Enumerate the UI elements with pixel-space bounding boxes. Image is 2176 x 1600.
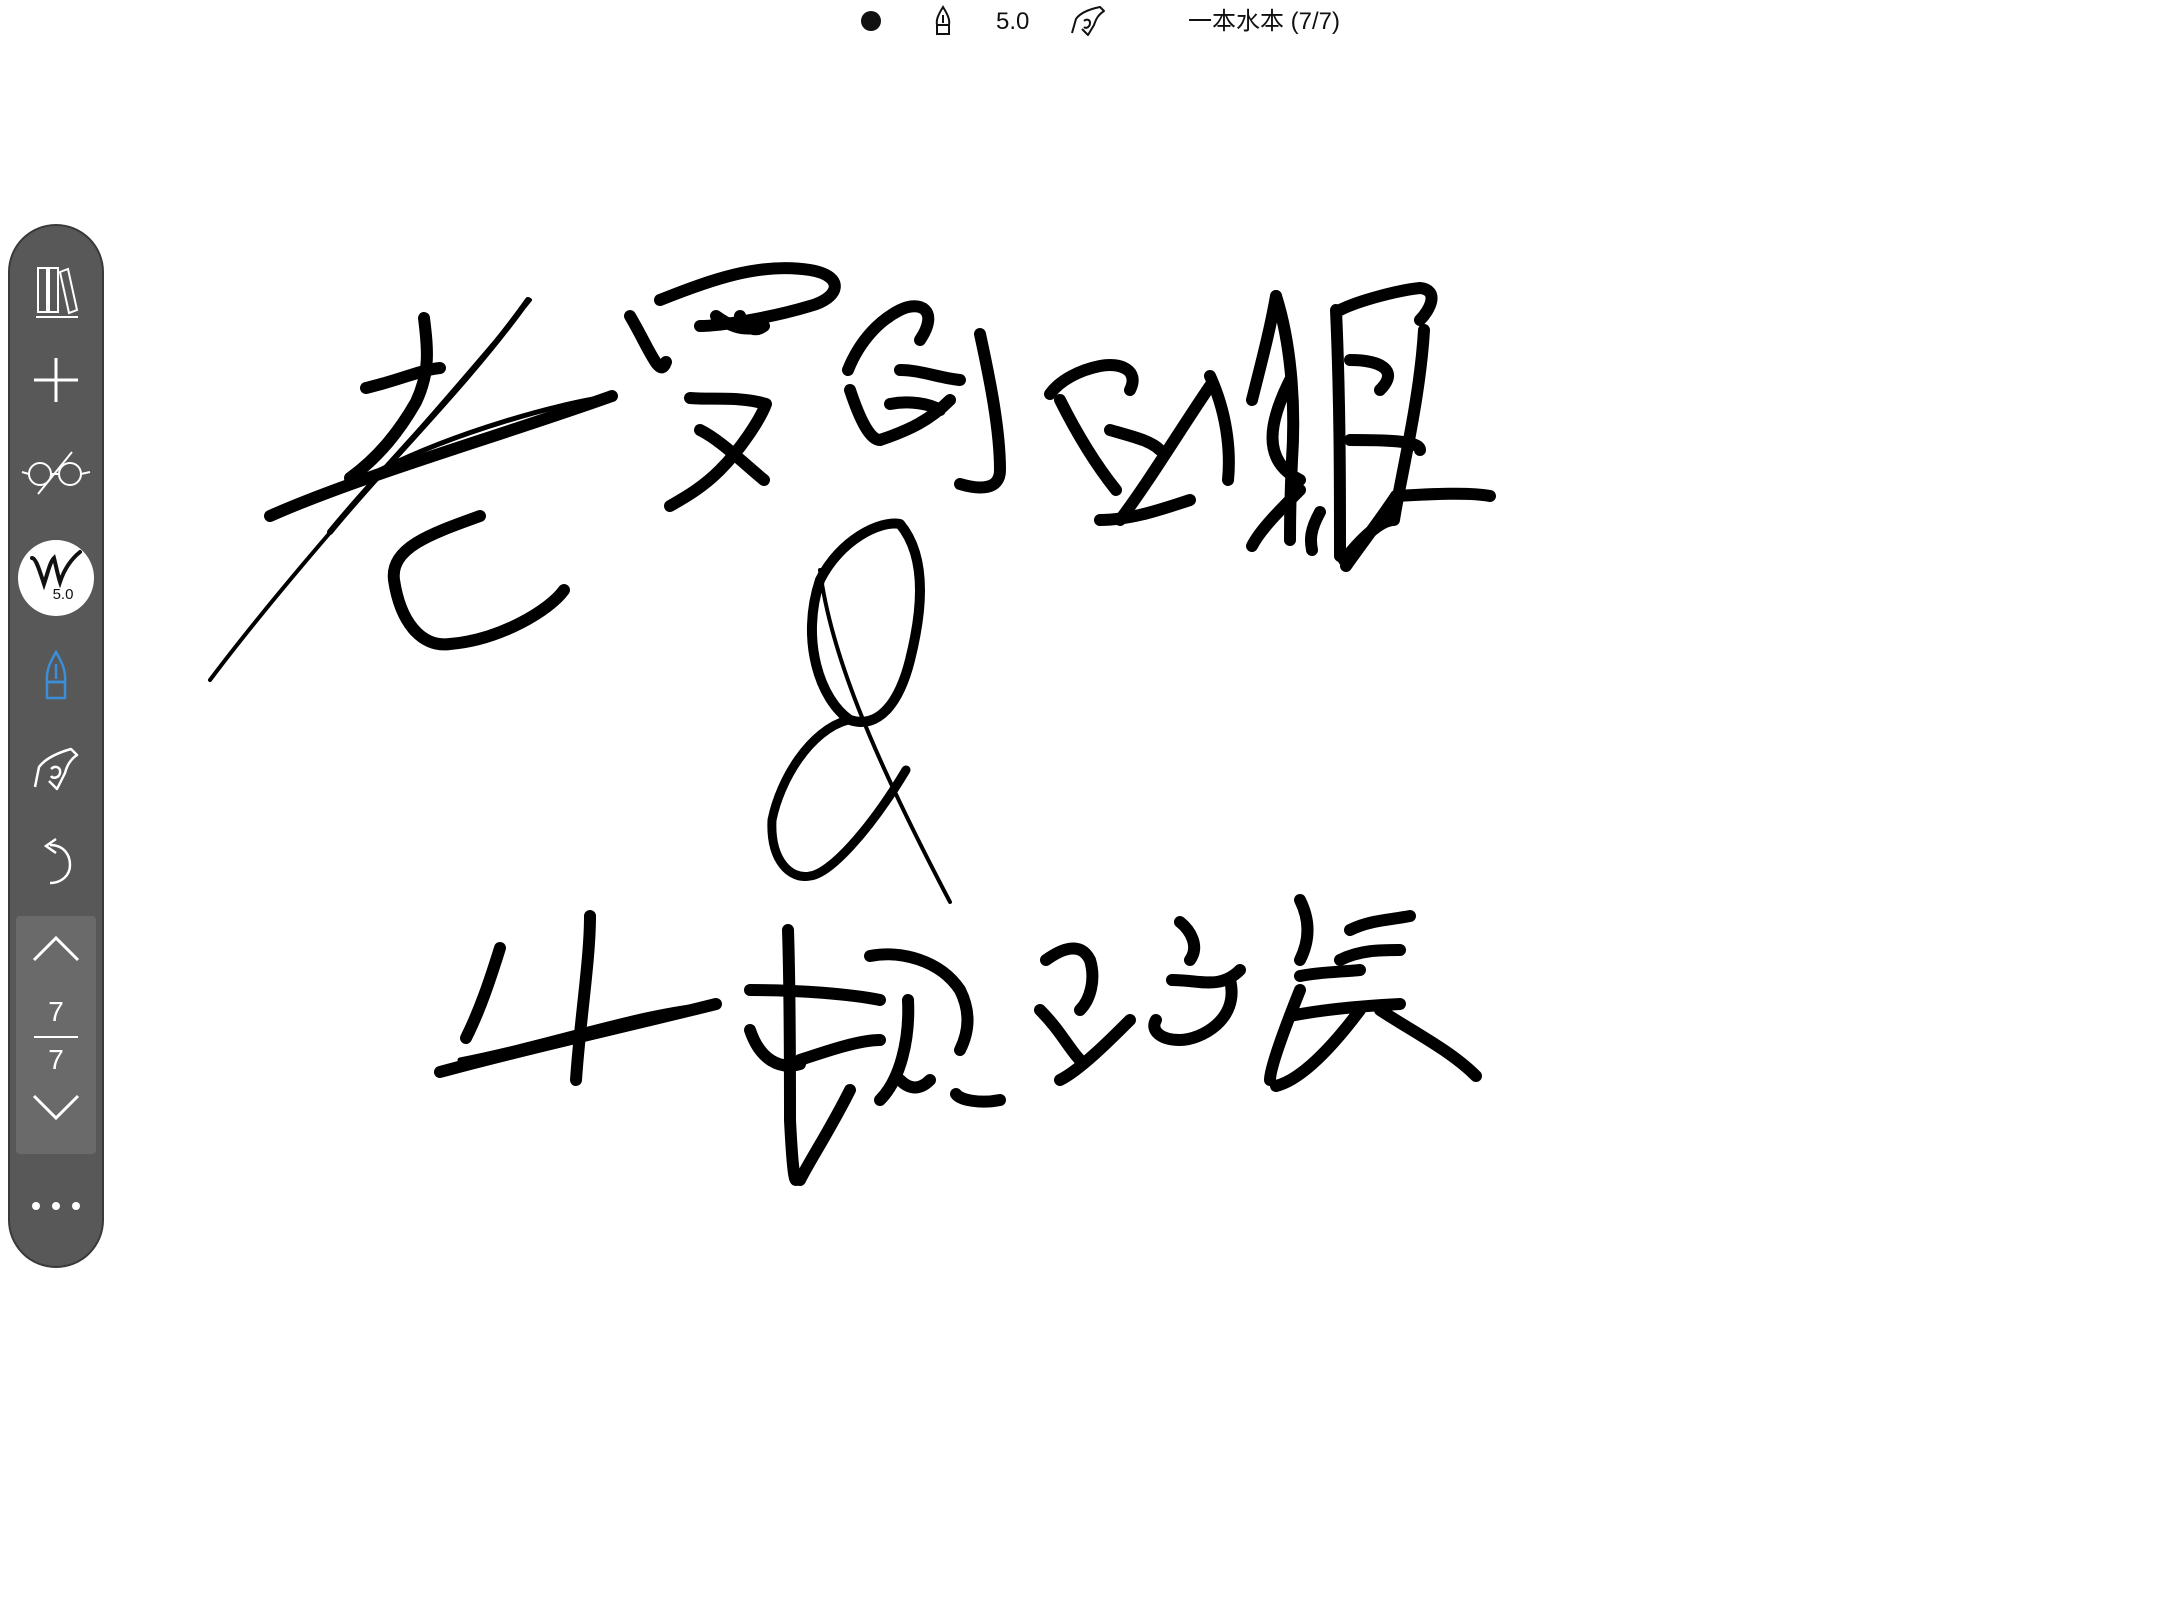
- palm-rejection-icon[interactable]: [1068, 3, 1108, 39]
- writing-canvas[interactable]: [110, 50, 2110, 1550]
- brush-size-value: 5.0: [52, 586, 74, 603]
- hand-tool-button[interactable]: [10, 736, 102, 800]
- undo-button[interactable]: [10, 832, 102, 892]
- add-page-icon: [34, 358, 78, 402]
- more-icon: [32, 1202, 80, 1210]
- undo-icon: [43, 837, 72, 885]
- app-window: 5.0 一本水本 (7/7) 5.0 7 7: [0, 0, 2176, 1600]
- handwriting-line-2: [434, 894, 1482, 1186]
- chevron-up-icon[interactable]: [32, 932, 80, 962]
- current-page: 7: [48, 996, 64, 1027]
- preview-button[interactable]: [10, 442, 102, 502]
- brush-size-label: 5.0: [996, 8, 1030, 35]
- page-navigator: 7 7: [16, 916, 96, 1154]
- library-button[interactable]: [10, 262, 102, 322]
- top-status-bar: 5.0 一本水本 (7/7): [0, 0, 2176, 44]
- handwriting-line-1: [208, 262, 1496, 682]
- library-icon: [36, 267, 79, 318]
- pen-icon[interactable]: [930, 5, 956, 37]
- chevron-down-icon[interactable]: [32, 1094, 80, 1124]
- more-button[interactable]: [10, 1186, 102, 1226]
- tool-rail: 5.0 7 7: [8, 224, 104, 1268]
- notebook-title: 一本水本 (7/7): [1188, 8, 1341, 35]
- brush-size-button[interactable]: 5.0: [18, 540, 94, 616]
- color-dot[interactable]: [861, 11, 881, 31]
- glasses-icon: [21, 451, 91, 495]
- hand-icon: [33, 747, 79, 791]
- page-divider: [34, 1036, 78, 1038]
- pen-tip-icon: [45, 650, 67, 700]
- pen-tool-button[interactable]: [10, 644, 102, 708]
- add-page-button[interactable]: [10, 350, 102, 410]
- total-pages: 7: [48, 1044, 64, 1075]
- handwriting-ampersand: [767, 518, 952, 904]
